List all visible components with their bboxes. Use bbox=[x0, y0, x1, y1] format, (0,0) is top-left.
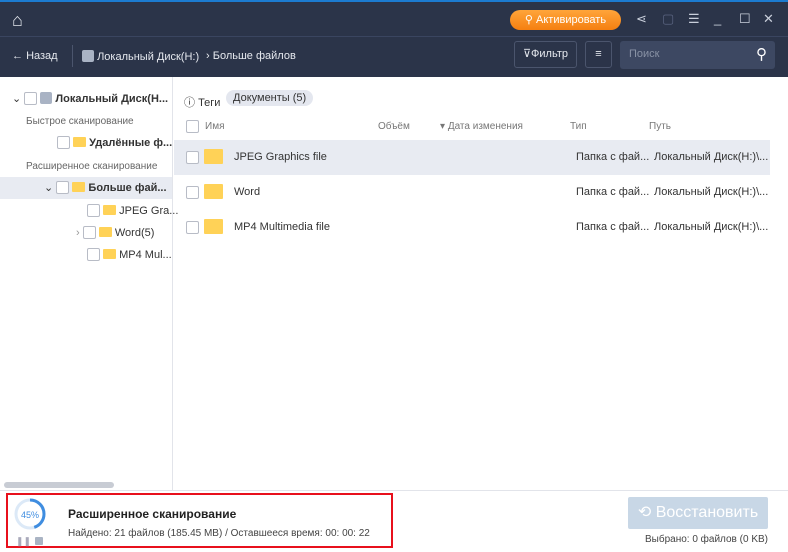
chevron-right-icon[interactable]: › bbox=[76, 227, 80, 239]
help-icon: ⓘ bbox=[184, 97, 195, 109]
folder-icon bbox=[98, 227, 112, 237]
breadcrumb-more-files[interactable]: › Больше файлов bbox=[206, 50, 296, 62]
sort-down-icon: ▾ bbox=[440, 121, 446, 132]
tree-item-word[interactable]: › Word(5) bbox=[76, 226, 154, 239]
progress-ring: 45% bbox=[14, 498, 46, 530]
title-bar: ⌂ ⚲ Активировать ⋖ ▢ ☰ _ ☐ ✕ bbox=[0, 2, 788, 37]
disk-icon bbox=[82, 50, 94, 62]
folder-icon bbox=[103, 249, 117, 259]
folder-icon bbox=[204, 184, 223, 199]
menu-icon[interactable]: ☰ bbox=[688, 11, 700, 27]
key-icon: ⚲ bbox=[524, 14, 537, 26]
list-icon: ≡ bbox=[595, 48, 602, 60]
checkbox[interactable] bbox=[24, 92, 38, 105]
home-icon[interactable]: ⌂ bbox=[12, 10, 23, 31]
table-row[interactable]: Word Папка с фай... Локальный Диск(H:)\... bbox=[174, 175, 770, 210]
checkbox[interactable] bbox=[56, 181, 70, 194]
stop-icon[interactable] bbox=[35, 537, 43, 545]
minimize-icon[interactable]: _ bbox=[714, 11, 721, 26]
breadcrumb-disk[interactable]: Локальный Диск(H:) bbox=[82, 50, 199, 63]
disk-icon bbox=[40, 92, 53, 104]
checkbox[interactable] bbox=[186, 151, 199, 164]
checkbox[interactable] bbox=[186, 186, 199, 199]
column-date[interactable]: ▾ Дата изменения bbox=[440, 121, 523, 132]
scan-detail: Найдено: 21 файлов (185.45 MB) / Оставше… bbox=[68, 528, 370, 539]
top-bar: ⌂ ⚲ Активировать ⋖ ▢ ☰ _ ☐ ✕ ← Назад Лок… bbox=[0, 0, 788, 77]
column-path[interactable]: Путь bbox=[649, 121, 671, 132]
view-list-button[interactable]: ≡ bbox=[585, 41, 612, 68]
folder-icon bbox=[73, 137, 87, 147]
horizontal-scrollbar[interactable] bbox=[4, 482, 114, 488]
filter-button[interactable]: ⊽Фильтр bbox=[514, 41, 577, 68]
scan-progress-panel: 45% ❚❚ Расширенное сканирование Найдено:… bbox=[6, 493, 393, 548]
tree-item-mp4[interactable]: MP4 Mul... bbox=[87, 248, 172, 261]
table-row[interactable]: JPEG Graphics file Папка с фай... Локальны… bbox=[174, 140, 770, 175]
tree-item-deleted[interactable]: Удалённые ф... bbox=[57, 136, 172, 149]
nav-bar: ← Назад Локальный Диск(H:) › Больше файл… bbox=[0, 37, 788, 77]
status-bar: 45% ❚❚ Расширенное сканирование Найдено:… bbox=[0, 490, 788, 552]
filter-icon: ⊽ bbox=[522, 48, 532, 60]
arrow-left-icon: ← bbox=[12, 50, 27, 62]
tree-item-jpeg[interactable]: JPEG Gra... bbox=[87, 204, 178, 217]
checkbox[interactable] bbox=[186, 221, 199, 234]
folder-icon bbox=[204, 149, 223, 164]
tree-item-more-files[interactable]: ⌄ Больше фай... bbox=[0, 177, 172, 199]
tags-button[interactable]: ⓘ Теги bbox=[184, 94, 220, 110]
restore-icon: ⟲ bbox=[637, 504, 656, 521]
column-type[interactable]: Тип bbox=[570, 121, 587, 132]
tree-item-disk[interactable]: ⌄ Локальный Диск(H... bbox=[12, 92, 168, 105]
section-quick-scan: Быстрое сканирование bbox=[26, 116, 134, 127]
select-all-checkbox[interactable] bbox=[186, 120, 199, 133]
restore-button[interactable]: ⟲ Восстановить bbox=[628, 497, 768, 529]
divider bbox=[72, 45, 73, 67]
folder-icon bbox=[103, 205, 117, 215]
column-name[interactable]: Имя bbox=[205, 121, 224, 132]
checkbox[interactable] bbox=[82, 226, 96, 239]
folder-icon bbox=[204, 219, 223, 234]
pause-icon[interactable]: ❚❚ bbox=[16, 536, 31, 547]
checkbox[interactable] bbox=[87, 248, 100, 261]
checkbox[interactable] bbox=[87, 204, 100, 217]
upload-icon[interactable]: ▢ bbox=[662, 11, 674, 27]
maximize-icon[interactable]: ☐ bbox=[739, 11, 751, 27]
checkbox[interactable] bbox=[57, 136, 70, 149]
file-list: ⓘ Теги Документы (5) Имя Объём ▾ Дата из… bbox=[174, 77, 788, 490]
selected-count: Выбрано: 0 файлов (0 KB) bbox=[644, 534, 768, 545]
documents-chip[interactable]: Документы (5) bbox=[226, 90, 314, 106]
close-icon[interactable]: ✕ bbox=[763, 11, 774, 27]
table-row[interactable]: MP4 Multimedia file Папка с фай... Локальн… bbox=[174, 210, 770, 245]
section-advanced-scan: Расширенное сканирование bbox=[26, 161, 158, 172]
progress-percent: 45% bbox=[21, 510, 39, 520]
activate-button[interactable]: ⚲ Активировать bbox=[510, 10, 621, 30]
scan-title: Расширенное сканирование bbox=[68, 507, 237, 521]
search-icon[interactable]: ⚲ bbox=[756, 45, 767, 63]
share-icon[interactable]: ⋖ bbox=[636, 11, 647, 27]
sidebar-tree: ⌄ Локальный Диск(H... Быстрое сканирован… bbox=[0, 77, 178, 490]
back-button[interactable]: ← Назад bbox=[12, 50, 58, 62]
search-input[interactable]: Поиск ⚲ bbox=[620, 41, 775, 69]
column-size[interactable]: Объём bbox=[378, 121, 410, 132]
folder-icon bbox=[72, 182, 86, 192]
